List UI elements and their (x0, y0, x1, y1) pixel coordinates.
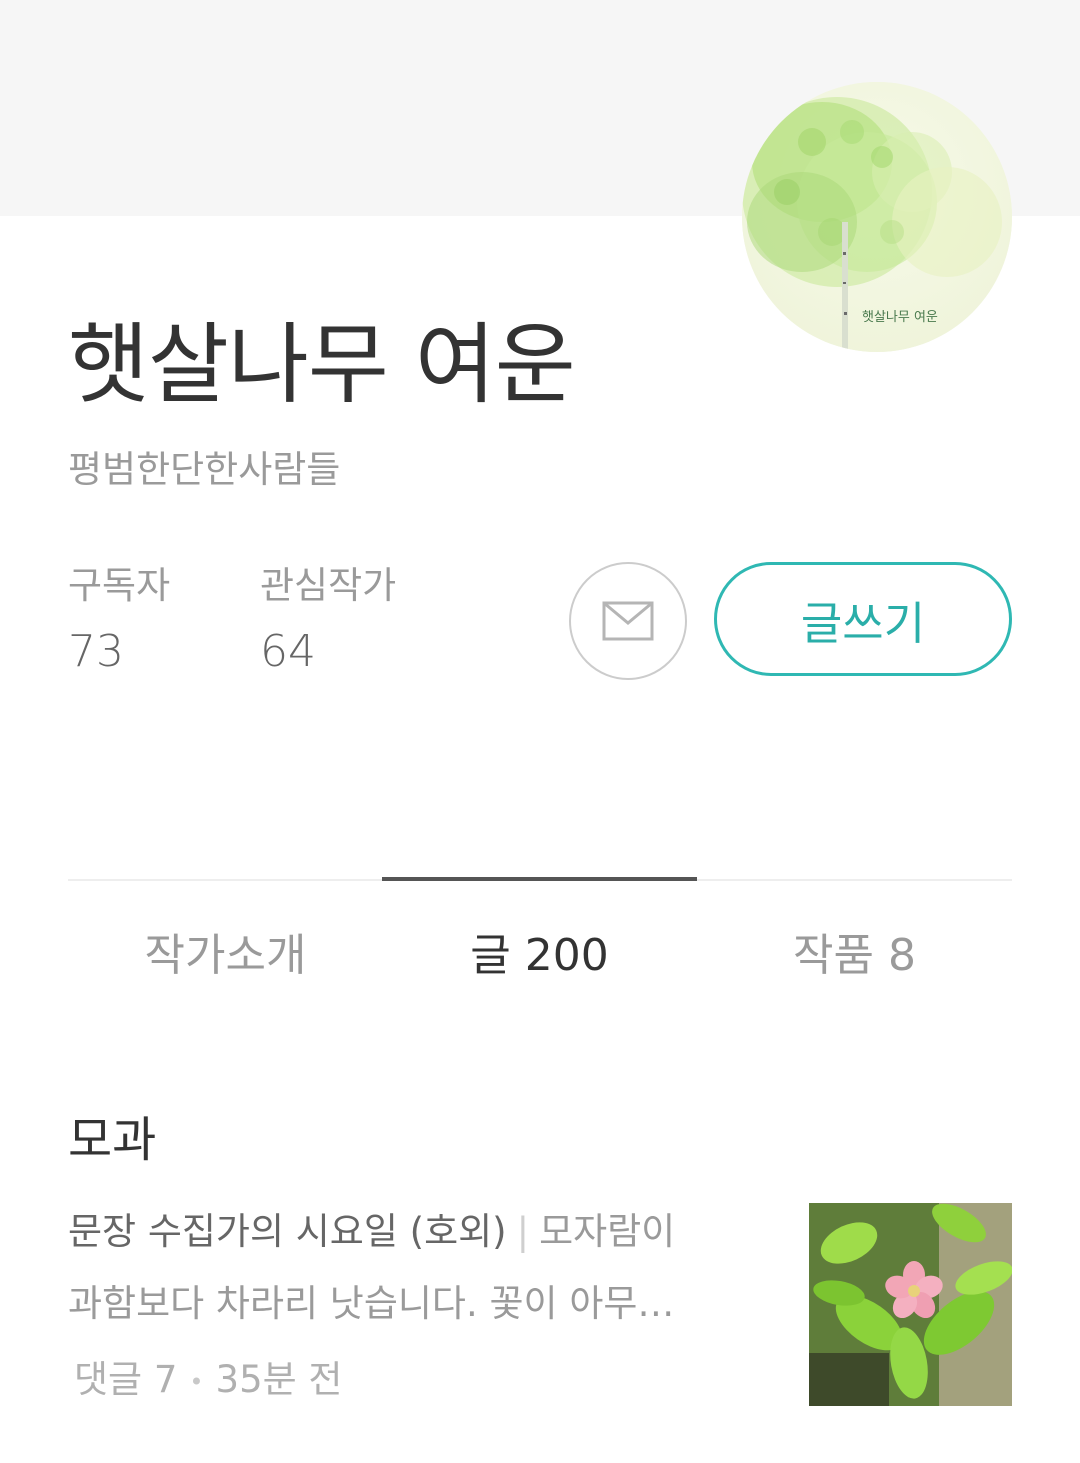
subscribers-count: 73 (68, 626, 124, 677)
envelope-icon (602, 601, 654, 641)
tab-active-indicator (382, 877, 697, 881)
quince-flower-icon (809, 1203, 1012, 1406)
write-button[interactable]: 글쓰기 (714, 562, 1012, 676)
post-meta: 댓글 7 • 35분 전 (74, 1350, 342, 1412)
profile-name: 햇살나무 여운 (68, 313, 576, 416)
post-excerpt-text: 모자람이 (539, 1210, 676, 1253)
post-title: 모과 (68, 1112, 157, 1168)
post-list-item[interactable]: 모과 문장 수집가의 시요일 (호외) | 모자람이 과함보다 차라리 낫습니다. … (0, 1100, 1080, 1440)
avatar-signature: 햇살나무 여운 (862, 310, 938, 325)
message-button[interactable] (569, 562, 687, 680)
post-thumbnail[interactable] (809, 1203, 1012, 1406)
subscribers-label: 구독자 (68, 564, 171, 607)
following-count: 64 (260, 626, 316, 677)
following-label: 관심작가 (260, 564, 397, 607)
profile-avatar[interactable]: 햇살나무 여운 (742, 82, 1012, 352)
post-excerpt: 문장 수집가의 시요일 (호외) | 모자람이 과함보다 차라리 낫습니다. 꽃이 … (68, 1196, 738, 1340)
post-comments: 댓글 7 (74, 1358, 178, 1401)
post-subtitle: 문장 수집가의 시요일 (호외) (68, 1210, 507, 1253)
tab-works[interactable]: 작품 8 (697, 924, 1012, 988)
profile-job: 평범한단한사람들 (68, 448, 341, 491)
post-excerpt-line1: 문장 수집가의 시요일 (호외) | 모자람이 (68, 1196, 738, 1268)
tab-posts[interactable]: 글 200 (382, 924, 697, 988)
post-excerpt-line2: 과함보다 차라리 낫습니다. 꽃이 아무… (68, 1282, 675, 1325)
tab-about[interactable]: 작가소개 (68, 924, 383, 988)
post-time: 35분 전 (215, 1358, 343, 1401)
post-separator: | (516, 1210, 530, 1253)
following-stat[interactable]: 관심작가 64 (260, 562, 396, 680)
subscribers-stat[interactable]: 구독자 73 (68, 562, 170, 680)
meta-dot-icon: • (189, 1367, 204, 1396)
